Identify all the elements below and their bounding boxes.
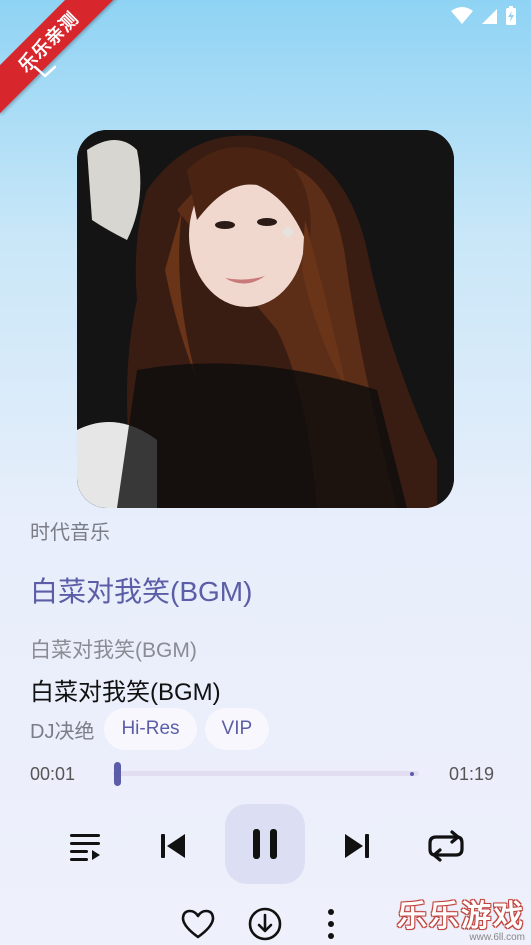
pause-icon bbox=[253, 829, 277, 859]
wifi-icon bbox=[451, 7, 473, 24]
vip-badge[interactable]: VIP bbox=[204, 708, 270, 750]
hi-res-badge[interactable]: Hi-Res bbox=[104, 708, 197, 750]
battery-icon bbox=[506, 6, 516, 25]
pause-button[interactable] bbox=[225, 804, 305, 884]
next-button[interactable] bbox=[326, 815, 388, 877]
music-source: 时代音乐 bbox=[30, 522, 110, 544]
repeat-icon bbox=[428, 830, 464, 862]
album-cover bbox=[77, 130, 454, 508]
album-art-image bbox=[77, 130, 454, 508]
artist-row: DJ决绝 Hi-Res VIP bbox=[30, 708, 270, 750]
download-button[interactable] bbox=[245, 904, 285, 944]
previous-button[interactable] bbox=[142, 815, 204, 877]
artist-name[interactable]: DJ决绝 bbox=[30, 715, 94, 744]
time-total: 01:19 bbox=[449, 764, 495, 784]
chevron-down-icon[interactable] bbox=[32, 62, 58, 82]
signal-icon bbox=[482, 9, 497, 24]
playlist-button[interactable] bbox=[54, 815, 116, 877]
corner-banner: 乐乐亲测 bbox=[0, 0, 120, 114]
time-elapsed: 00:01 bbox=[30, 764, 76, 784]
like-button[interactable] bbox=[178, 904, 218, 944]
heart-icon bbox=[181, 909, 215, 939]
progress-thumb[interactable] bbox=[114, 762, 122, 786]
lyric-current-line[interactable]: 白菜对我笑(BGM) bbox=[30, 570, 252, 610]
skip-next-icon bbox=[345, 834, 369, 858]
watermark-text: 乐乐游戏 bbox=[397, 900, 525, 933]
playlist-icon bbox=[70, 834, 100, 861]
status-bar bbox=[451, 6, 517, 26]
song-title: 白菜对我笑(BGM) bbox=[30, 679, 221, 706]
skip-previous-icon bbox=[161, 834, 185, 858]
lyric-next-line[interactable]: 白菜对我笑(BGM) bbox=[30, 634, 197, 664]
more-vertical-icon bbox=[328, 909, 334, 939]
progress-buffer-dot bbox=[410, 772, 414, 776]
repeat-button[interactable] bbox=[415, 815, 477, 877]
progress-track[interactable] bbox=[113, 771, 419, 776]
watermark: 乐乐游戏 www.6ll.com bbox=[397, 891, 525, 943]
more-options-button[interactable] bbox=[311, 904, 351, 944]
download-icon bbox=[248, 907, 282, 941]
